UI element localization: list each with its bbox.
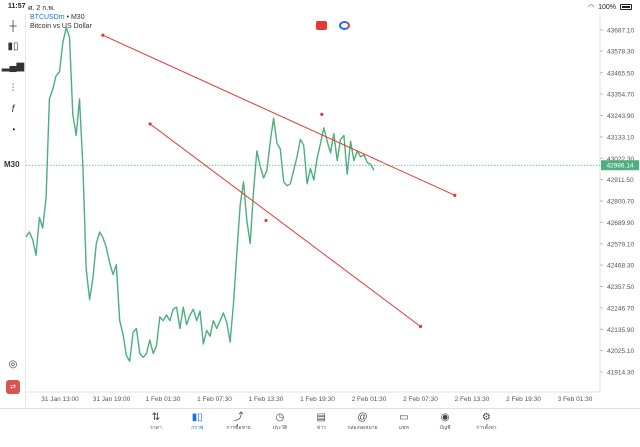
price-tick-label: 42246.70 xyxy=(607,305,634,312)
time-tick-label: 2 Feb 07:30 xyxy=(403,396,438,403)
price-tick-label: 42800.70 xyxy=(607,199,634,206)
price-tick-label: 43243.90 xyxy=(607,113,634,120)
nav-item-label: การซื้อขาย xyxy=(226,425,251,431)
nav-item-label: การตั้งค่า xyxy=(476,425,497,431)
time-tick-label: 2 Feb 01:30 xyxy=(352,396,387,403)
price-tick-label: 43133.10 xyxy=(607,134,634,141)
quotes-icon: ⇅ xyxy=(151,412,161,423)
trendline-anchor xyxy=(418,324,423,329)
trendline-anchor xyxy=(320,112,324,116)
trendline-anchor xyxy=(264,218,268,223)
bottom-navigation: ⇅ ราคา ▮▯ กราฟ ⤴ การซื้อขาย ◷ ประวัติ ▤ ข่าว @ กล่อ… xyxy=(0,408,640,447)
history-icon: ◷ xyxy=(275,412,285,423)
price-tick-label: 42579.10 xyxy=(607,241,634,248)
time-tick-label: 3 Feb 01:30 xyxy=(558,396,593,403)
nav-item-label: ราคา xyxy=(150,425,162,431)
nav-item-label: กราฟ xyxy=(191,425,204,431)
price-tick-label: 43578.30 xyxy=(607,48,634,55)
nav-item-chat[interactable]: ▭ แชท xyxy=(386,411,422,432)
price-tick-label: 43465.50 xyxy=(607,70,634,77)
time-tick-label: 2 Feb 13:30 xyxy=(455,396,490,403)
nav-item-label: บัญชี xyxy=(439,425,451,431)
trade-icon: ⤴ xyxy=(233,412,244,423)
price-chart: 43687.10 43578.30 43465.50 43354.70 43243.90… xyxy=(25,14,639,403)
price-tick-label: 41914.30 xyxy=(607,370,634,377)
nav-item-account[interactable]: ◉ บัญชี xyxy=(427,411,463,432)
price-tick-label: 43687.10 xyxy=(607,28,634,35)
price-tick-label: 42911.50 xyxy=(607,177,634,184)
time-tick-label: 1 Feb 19:30 xyxy=(300,396,335,403)
account-icon: ◉ xyxy=(440,412,450,423)
nav-item-settings[interactable]: ⚙ การตั้งค่า xyxy=(468,411,504,432)
time-tick-label: 2 Feb 19:30 xyxy=(506,396,541,403)
price-line xyxy=(25,26,375,362)
nav-item-chart[interactable]: ▮▯ กราฟ xyxy=(179,411,215,432)
trendline-anchor xyxy=(148,122,152,126)
news-icon: ▤ xyxy=(316,412,326,423)
current-price-label: 42986.14 xyxy=(606,163,633,170)
price-tick-label: 42025.10 xyxy=(607,348,634,355)
time-tick-label: 31 Jan 19:00 xyxy=(93,396,131,403)
trendline-2 xyxy=(149,123,421,327)
nav-item-label: ข่าว xyxy=(316,425,326,431)
price-tick-label: 42468.30 xyxy=(607,263,634,270)
nav-item-quotes[interactable]: ⇅ ราคา xyxy=(138,411,174,432)
nav-item-news[interactable]: ▤ ข่าว xyxy=(303,411,339,432)
trendline-anchor xyxy=(101,33,105,37)
settings-icon: ⚙ xyxy=(481,412,491,423)
chat-icon: ▭ xyxy=(399,412,409,423)
price-tick-label: 42135.90 xyxy=(607,327,634,334)
nav-item-label: ประวัติ xyxy=(272,425,288,431)
nav-item-trade[interactable]: ⤴ การซื้อขาย xyxy=(221,411,257,432)
time-tick-label: 1 Feb 01:30 xyxy=(146,396,181,403)
price-tick-label: 43354.70 xyxy=(607,92,634,99)
trendline-anchor xyxy=(453,193,457,197)
nav-item-label: แชท xyxy=(398,425,409,431)
price-tick-label: 42689.90 xyxy=(607,220,634,227)
price-tick-label: 42357.50 xyxy=(607,284,634,291)
mailbox-icon: @ xyxy=(357,412,368,423)
time-tick-label: 1 Feb 07:30 xyxy=(197,396,232,403)
nav-item-label: กล่องจดหมาย xyxy=(347,425,378,431)
time-tick-label: 1 Feb 13:30 xyxy=(249,396,284,403)
nav-item-mailbox[interactable]: @ กล่องจดหมาย xyxy=(345,411,381,432)
trendline-1 xyxy=(102,34,456,196)
time-tick-label: 31 Jan 13:00 xyxy=(41,396,79,403)
nav-item-history[interactable]: ◷ ประวัติ xyxy=(262,411,298,432)
chart-icon: ▮▯ xyxy=(191,412,203,423)
